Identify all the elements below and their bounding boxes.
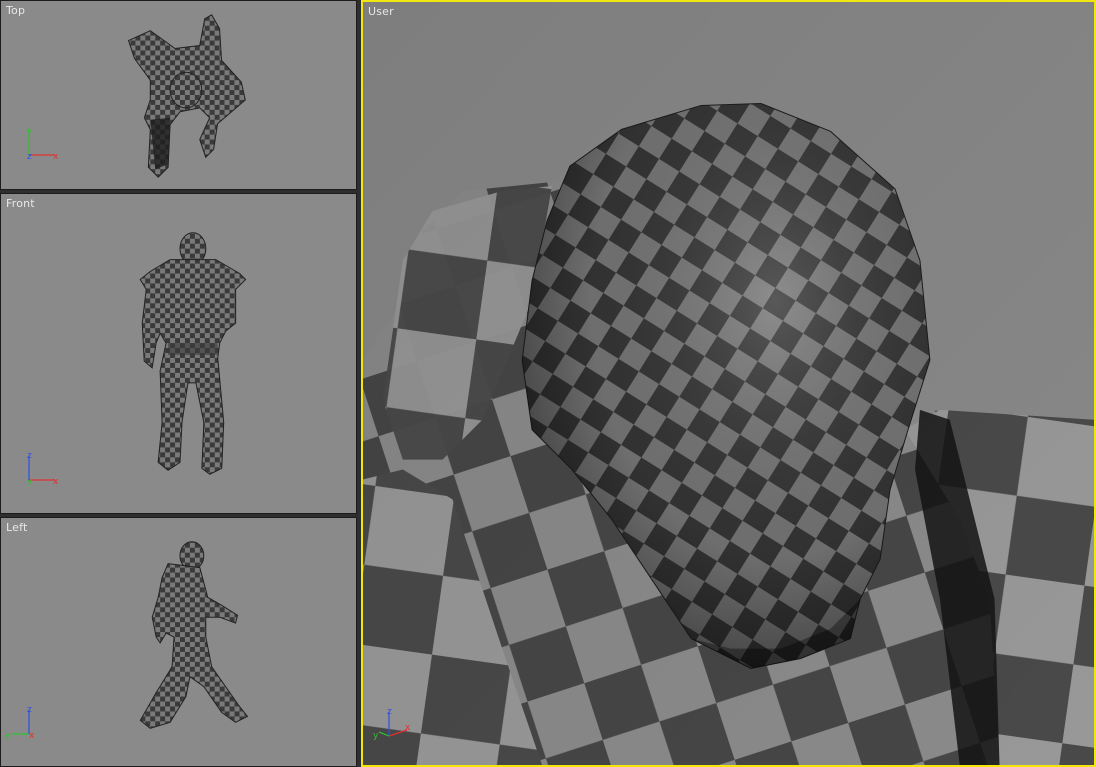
- axis-z-label: z: [387, 707, 392, 717]
- axis-y-label: y: [27, 477, 33, 487]
- viewport-left[interactable]: Left z y x: [0, 517, 357, 767]
- axis-z-label: z: [27, 152, 32, 162]
- viewport-user[interactable]: User z y x: [361, 0, 1096, 767]
- axis-y-label: y: [373, 731, 379, 741]
- viewport-label[interactable]: Left: [6, 521, 28, 534]
- axis-y-label: y: [5, 731, 11, 741]
- axis-tripod-icon: y z x: [27, 126, 59, 162]
- viewport-label[interactable]: User: [368, 5, 394, 18]
- axis-x-label: x: [29, 731, 35, 741]
- axis-y-label: y: [27, 126, 33, 136]
- left-view-character-model: [139, 541, 249, 729]
- axis-tripod-icon: z y x: [5, 705, 35, 741]
- axis-z-label: z: [27, 705, 32, 715]
- axis-tripod-icon: z y x: [27, 451, 59, 487]
- axis-x-label: x: [405, 723, 411, 733]
- viewport-top[interactable]: Top y z x: [0, 0, 357, 190]
- axis-z-label: z: [27, 451, 32, 461]
- axis-tripod-icon: z y x: [373, 707, 411, 741]
- user-view-character-closeup: [363, 2, 1094, 765]
- axis-x-label: x: [53, 152, 59, 162]
- viewport-label[interactable]: Front: [6, 197, 35, 210]
- viewport-label[interactable]: Top: [6, 4, 25, 17]
- viewport-front[interactable]: Front z y x: [0, 193, 357, 514]
- axis-x-label: x: [53, 477, 59, 487]
